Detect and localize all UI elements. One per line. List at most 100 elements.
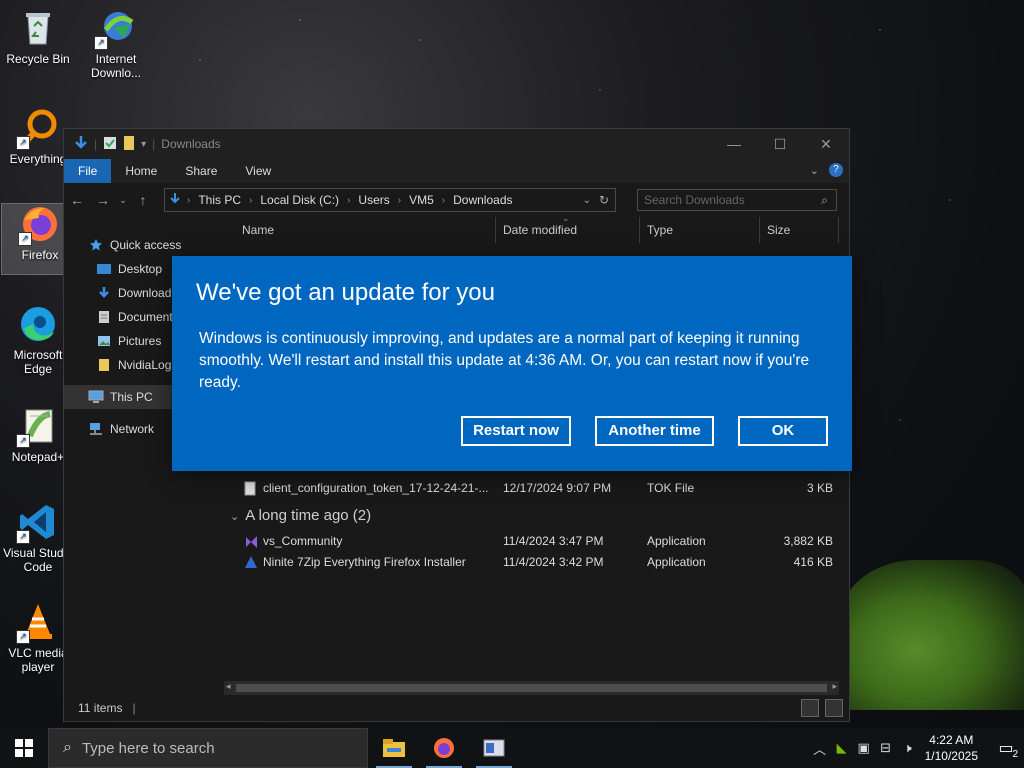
breadcrumb-local-disk[interactable]: Local Disk (C:)	[260, 193, 339, 207]
notification-count: 2	[1012, 749, 1018, 760]
search-downloads-input[interactable]: Search Downloads ⌕	[637, 189, 837, 211]
scrollbar-thumb[interactable]	[236, 684, 827, 692]
scroll-right-icon[interactable]: ▸	[832, 681, 837, 692]
maximize-button[interactable]: ☐	[757, 129, 803, 159]
wallpaper-tent	[840, 560, 1024, 710]
desktop-icon-internet-download[interactable]: ↗ Internet Downlo...	[78, 8, 154, 80]
tab-file[interactable]: File	[64, 159, 112, 183]
vlc-cone-icon: ↗	[16, 602, 58, 644]
refresh-icon[interactable]: ↻	[599, 193, 609, 207]
notepad-plus-plus-icon: ↗	[16, 406, 58, 448]
notification-icon: ▭	[998, 740, 1014, 757]
nav-label: Download	[118, 286, 172, 300]
firefox-icon	[434, 738, 454, 758]
minimize-button[interactable]: —	[711, 129, 757, 159]
breadcrumb-vm5[interactable]: VM5	[409, 193, 434, 207]
shortcut-arrow-icon: ↗	[16, 530, 30, 544]
column-size[interactable]: Size	[767, 223, 790, 237]
show-hidden-icons-icon[interactable]: ︿	[809, 739, 831, 758]
forward-arrow-icon[interactable]: →	[90, 192, 116, 208]
tab-home[interactable]: Home	[111, 159, 171, 183]
table-row[interactable]: vs_Community 11/4/2024 3:47 PM Applicati…	[232, 531, 839, 551]
tab-view[interactable]: View	[231, 159, 285, 183]
tab-share[interactable]: Share	[171, 159, 231, 183]
column-type[interactable]: Type	[647, 223, 673, 237]
table-row[interactable]: client_configuration_token_17-12-24-21-.…	[232, 478, 839, 498]
network-icon	[88, 422, 104, 436]
expand-ribbon-icon[interactable]: ⌄	[810, 164, 819, 177]
recycle-bin-icon	[18, 8, 58, 48]
title-bar[interactable]: | ▾ | Downloads — ☐ ✕	[64, 129, 849, 159]
scroll-left-icon[interactable]: ◂	[226, 681, 231, 692]
details-view-icon[interactable]	[801, 699, 819, 717]
shortcut-arrow-icon: ↗	[94, 36, 108, 50]
new-folder-icon[interactable]	[123, 135, 135, 154]
taskbar-search-placeholder: Type here to search	[81, 739, 215, 757]
action-center-button[interactable]: ▭ 2	[988, 728, 1024, 768]
nav-quick-access[interactable]: Quick access	[64, 233, 222, 257]
battery-icon[interactable]: ▣	[853, 740, 875, 756]
help-icon[interactable]: ?	[829, 163, 843, 177]
shortcut-arrow-icon: ↗	[18, 232, 32, 246]
address-dropdown-icon[interactable]: ⌄	[583, 195, 591, 206]
shortcut-arrow-icon: ↗	[16, 630, 30, 644]
status-bar: 11 items |	[64, 695, 849, 721]
breadcrumb-users[interactable]: Users	[358, 193, 389, 207]
taskbar-firefox[interactable]	[420, 728, 468, 768]
start-button[interactable]	[0, 728, 48, 768]
nav-label: Network	[110, 422, 155, 436]
back-arrow-icon[interactable]: ←	[64, 192, 90, 208]
clock-time: 4:22 AM	[929, 733, 974, 747]
file-type: Application	[647, 534, 706, 548]
desktop-icon-recycle-bin[interactable]: Recycle Bin	[0, 8, 76, 66]
clock[interactable]: 4:22 AM 1/10/2025	[925, 732, 978, 764]
clock-date: 1/10/2025	[924, 749, 978, 763]
desktop-icon-label: Microsoft Edge	[13, 348, 63, 376]
taskbar-window-app[interactable]	[470, 728, 518, 768]
nvidia-icon[interactable]: ◣	[831, 740, 853, 756]
table-row[interactable]: Ninite 7Zip Everything Firefox Installer…	[232, 552, 839, 572]
large-icons-view-icon[interactable]	[825, 699, 843, 717]
customize-toolbar-icon[interactable]: ▾	[141, 139, 146, 150]
taskbar-file-explorer[interactable]	[370, 728, 418, 768]
column-divider[interactable]	[639, 217, 640, 243]
column-divider[interactable]	[495, 217, 496, 243]
another-time-button[interactable]: Another time	[595, 416, 714, 446]
desktop-icon-label: Internet Downlo...	[90, 52, 142, 80]
close-button[interactable]: ✕	[803, 129, 849, 159]
column-divider[interactable]	[838, 217, 839, 243]
taskbar-search-box[interactable]: ⌕ Type here to search	[48, 728, 368, 768]
properties-icon[interactable]	[103, 136, 117, 153]
pictures-icon	[96, 334, 112, 348]
file-name: vs_Community	[263, 534, 343, 548]
column-date-modified[interactable]: Date modified	[503, 223, 577, 237]
volume-muted-icon[interactable]: 🕨	[897, 740, 919, 756]
windows-update-dialog: We've got an update for you Windows is c…	[172, 256, 852, 471]
file-date: 12/17/2024 9:07 PM	[503, 481, 612, 495]
desktop-icon-label: VLC media player	[8, 646, 68, 674]
address-bar[interactable]: › This PC › Local Disk (C:) › Users › VM…	[164, 188, 616, 212]
breadcrumb-downloads[interactable]: Downloads	[453, 193, 512, 207]
group-label: A long time ago (2)	[245, 507, 372, 524]
file-date: 11/4/2024 3:47 PM	[503, 534, 604, 548]
recent-locations-icon[interactable]: ⌄	[116, 195, 130, 206]
horizontal-scrollbar[interactable]: ◂ ▸	[224, 681, 839, 695]
breadcrumb-this-pc[interactable]: This PC	[198, 193, 241, 207]
status-divider: |	[132, 701, 136, 715]
column-divider[interactable]	[759, 217, 760, 243]
up-arrow-icon[interactable]: ↑	[130, 192, 156, 208]
firefox-icon: ↗	[18, 204, 60, 246]
dialog-title: We've got an update for you	[196, 279, 496, 306]
dialog-body: Windows is continuously improving, and u…	[199, 330, 810, 391]
group-header[interactable]: ⌄ A long time ago (2)	[230, 507, 372, 524]
ok-button[interactable]: OK	[738, 416, 828, 446]
network-status-icon[interactable]: ⊟	[875, 740, 897, 756]
group-collapse-icon[interactable]: ⌄	[230, 511, 239, 523]
nav-label: Document	[118, 310, 173, 324]
column-name[interactable]: Name	[242, 223, 274, 237]
nav-label: NvidiaLog	[118, 358, 172, 372]
file-explorer-icon	[383, 739, 405, 757]
desktop-icon-label: Notepad+	[11, 450, 65, 464]
restart-now-button[interactable]: Restart now	[461, 416, 571, 446]
title-divider: |	[94, 137, 98, 151]
